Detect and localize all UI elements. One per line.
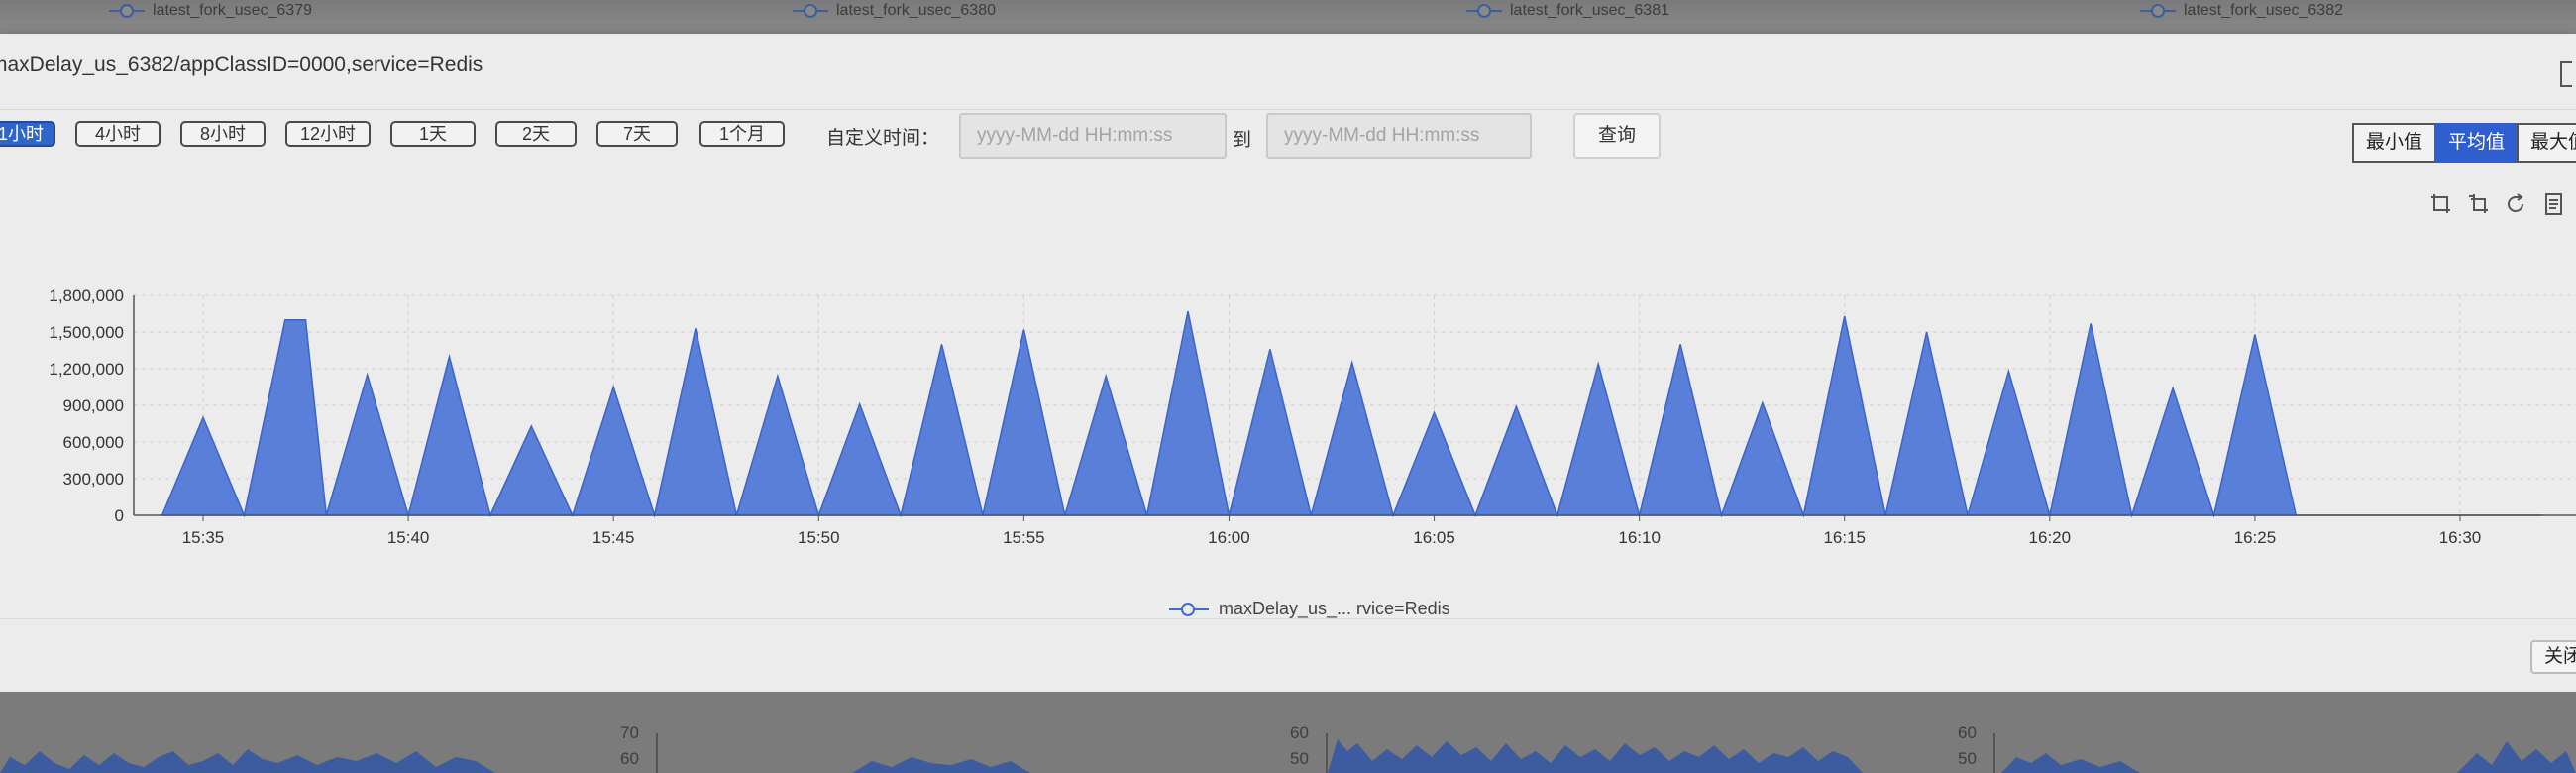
- x-tick-label: 16:15: [1823, 528, 1866, 547]
- line-chart: 0 300,000 600,000 900,000 1,200,000 1,500,000…: [49, 286, 2576, 547]
- background-dashboard-top: latest_fork_usec_6379 latest_fork_usec_6…: [0, 0, 2576, 34]
- end-time-input[interactable]: [1266, 113, 1532, 159]
- background-axis-line: [656, 733, 658, 773]
- x-tick-label: 15:55: [1003, 528, 1045, 547]
- range-button-1m[interactable]: 1个月: [699, 121, 785, 147]
- background-legend-label: latest_fork_usec_6379: [153, 2, 312, 19]
- data-view-icon[interactable]: [2542, 192, 2566, 216]
- zoom-reset-icon[interactable]: [2467, 192, 2491, 216]
- range-button-12h[interactable]: 12小时: [285, 121, 371, 147]
- chart-legend[interactable]: maxDelay_us_... rvice=Redis: [1169, 599, 1450, 619]
- range-button-4h[interactable]: 4小时: [75, 121, 161, 147]
- y-tick-label: 900,000: [63, 396, 124, 415]
- background-legend-label: latest_fork_usec_6381: [1510, 2, 1669, 19]
- background-legend-label: latest_fork_usec_6380: [836, 2, 996, 19]
- background-axis-tick: 50: [1290, 749, 1309, 768]
- y-tick-label: 1,800,000: [49, 286, 124, 305]
- agg-avg-button[interactable]: 平均值: [2434, 123, 2520, 163]
- background-legend-6380: latest_fork_usec_6380: [793, 2, 996, 20]
- range-button-1h[interactable]: 1小时: [0, 121, 55, 147]
- background-axis-tick: 60: [1958, 723, 1977, 742]
- query-button[interactable]: 查询: [1573, 113, 1661, 159]
- y-tick-label: 0: [115, 506, 124, 525]
- y-tick-label: 300,000: [63, 470, 124, 489]
- background-legend-label: latest_fork_usec_6382: [2184, 2, 2343, 19]
- background-legend-6381: latest_fork_usec_6381: [1466, 2, 1669, 20]
- background-axis-tick: 50: [1958, 749, 1977, 768]
- background-axis-line: [1326, 733, 1328, 773]
- x-tick-label: 16:05: [1413, 528, 1455, 547]
- background-legend-6382: latest_fork_usec_6382: [2140, 2, 2343, 20]
- background-axis-tick: 60: [620, 749, 639, 768]
- background-axis-line: [1993, 733, 1995, 773]
- custom-time-label: 自定义时间：: [826, 128, 940, 149]
- x-tick-label: 16:20: [2029, 528, 2072, 547]
- aggregation-toggle: 最小值 平均值 最大值: [2352, 123, 2576, 163]
- agg-min-button[interactable]: 最小值: [2352, 123, 2437, 163]
- legend-marker-icon: [1466, 4, 1502, 18]
- background-charts: [0, 739, 2576, 773]
- x-tick-label: 15:45: [592, 528, 635, 547]
- range-button-7d[interactable]: 7天: [596, 121, 678, 147]
- y-tick-label: 600,000: [63, 433, 124, 452]
- range-button-1d[interactable]: 1天: [390, 121, 476, 147]
- y-tick-label: 1,500,000: [49, 323, 124, 342]
- legend-label: maxDelay_us_... rvice=Redis: [1219, 599, 1450, 618]
- background-dashboard-bottom: 70 60 60 50 60 50: [0, 692, 2576, 773]
- legend-marker-icon: [109, 4, 145, 18]
- x-tick-label: 15:40: [387, 528, 430, 547]
- background-legend-6379: latest_fork_usec_6379: [109, 2, 312, 20]
- background-axis-tick: 70: [620, 723, 639, 742]
- legend-marker-icon: [1169, 602, 1209, 617]
- range-button-8h[interactable]: 8小时: [180, 121, 266, 147]
- maximize-icon[interactable]: [2560, 61, 2572, 87]
- x-tick-label: 16:00: [1208, 528, 1250, 547]
- restore-icon[interactable]: [2505, 192, 2528, 216]
- x-tick-label: 15:35: [182, 528, 225, 547]
- x-tick-label: 16:30: [2439, 528, 2482, 547]
- x-tick-label: 16:25: [2234, 528, 2277, 547]
- chart-toolbox: [2429, 192, 2576, 216]
- chart-modal: maxDelay_us_6382/appClassID=0000,service…: [0, 34, 2576, 692]
- y-tick-label: 1,200,000: [49, 360, 124, 379]
- background-axis-tick: 60: [1290, 723, 1309, 742]
- close-button[interactable]: 关闭: [2530, 640, 2576, 674]
- series-layer: [161, 310, 2542, 518]
- x-tick-label: 16:10: [1618, 528, 1661, 547]
- series-area: [161, 310, 2542, 518]
- to-label: 到: [1233, 130, 1252, 151]
- legend-marker-icon: [793, 4, 828, 18]
- legend-marker-icon: [2140, 4, 2176, 18]
- agg-max-button[interactable]: 最大值: [2517, 123, 2576, 163]
- footer-divider: [0, 618, 2576, 619]
- modal-title: maxDelay_us_6382/appClassID=0000,service…: [0, 54, 483, 76]
- range-button-2d[interactable]: 2天: [495, 121, 577, 147]
- zoom-icon[interactable]: [2429, 192, 2453, 216]
- start-time-input[interactable]: [959, 113, 1227, 159]
- x-tick-label: 15:50: [798, 528, 840, 547]
- title-divider: [0, 109, 2576, 110]
